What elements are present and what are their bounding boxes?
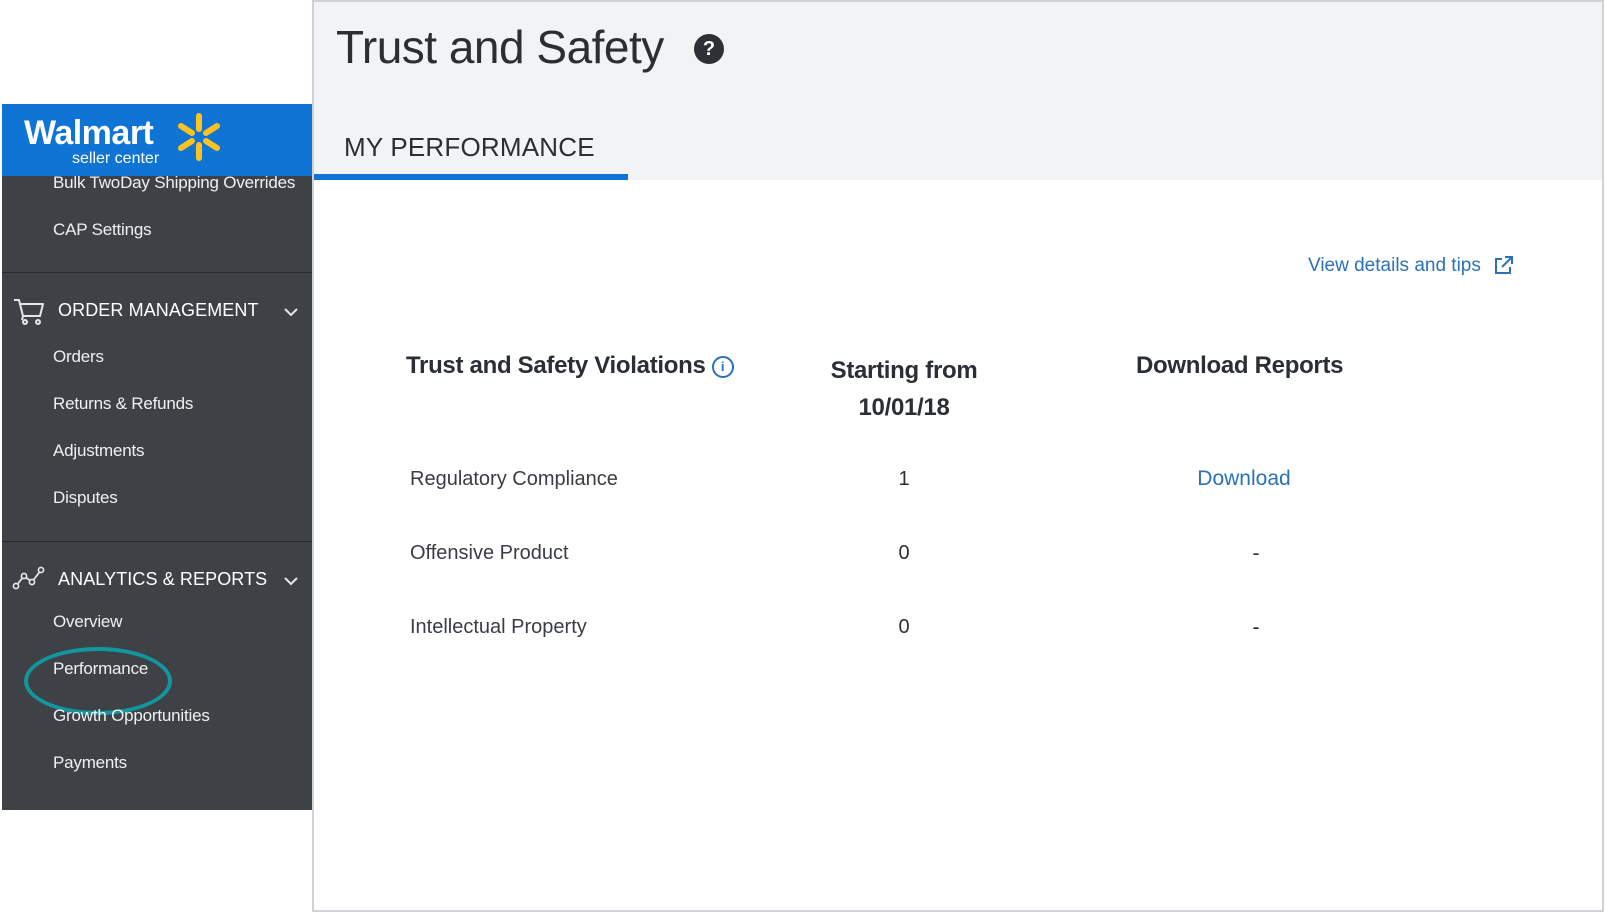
table-row-report-empty: - [1252,542,1260,565]
brand-name: Walmart [24,114,154,152]
column-header-starting-date: 10/01/18 [858,394,950,421]
table-row-report-empty: - [1252,616,1260,639]
sidebar-item-growth-opportunities[interactable]: Growth Opportunities [53,706,210,726]
brand-subtitle: seller center [72,150,160,167]
performance-highlight-ring [24,647,172,715]
sidebar-divider [2,541,312,542]
section-analytics-reports[interactable]: ANALYTICS & REPORTS [58,569,267,590]
cart-icon [14,299,44,325]
column-header-starting-label: Starting from [830,357,978,384]
column-header-starting-from: Starting from 10/01/18 [804,352,1004,426]
table-row-label: Offensive Product [410,542,569,564]
help-icon[interactable]: ? [694,34,724,64]
view-details-link-label: View details and tips [1308,255,1481,276]
sidebar-item-adjustments[interactable]: Adjustments [53,441,145,461]
table-row-count: 0 [898,542,910,564]
column-header-download-reports: Download Reports [1136,352,1344,379]
section-order-management[interactable]: ORDER MANAGEMENT [58,300,259,321]
info-icon[interactable]: i [711,355,734,378]
page-header: Trust and Safety ? MY PERFORMANCE [314,2,1602,180]
external-link-icon [1494,256,1513,274]
view-details-link[interactable]: View details and tips [1308,254,1515,278]
sidebar-item-disputes[interactable]: Disputes [53,488,118,508]
table-row-label: Intellectual Property [410,616,587,638]
table-row-count: 0 [898,616,910,638]
walmart-spark-icon [178,113,220,161]
download-link[interactable]: Download [1174,467,1314,491]
page-title: Trust and Safety [336,21,664,73]
sidebar-item-bulk-twoday-shipping-overrides[interactable]: Bulk TwoDay Shipping Overrides [53,173,295,193]
sidebar-item-overview[interactable]: Overview [53,612,122,632]
sidebar-item-returns-refunds[interactable]: Returns & Refunds [53,394,193,414]
chevron-down-icon[interactable] [283,307,299,317]
chevron-down-icon[interactable] [283,576,299,586]
tab-my-performance[interactable]: MY PERFORMANCE [344,132,595,163]
line-graph-icon [12,566,45,590]
logo-bar[interactable]: Walmart seller center [2,104,312,176]
column-header-violations: Trust and Safety Violations i [406,352,734,380]
sidebar: Walmart seller center Bulk TwoDay Shippi… [2,104,312,810]
sidebar-item-cap-settings[interactable]: CAP Settings [53,220,152,240]
column-header-violations-label: Trust and Safety Violations [406,352,706,379]
sidebar-item-payments[interactable]: Payments [53,753,127,773]
table-row-count: 1 [898,468,910,490]
table-row-label: Regulatory Compliance [410,468,618,490]
sidebar-divider [2,272,312,273]
active-tab-indicator [314,174,628,180]
main-panel: Trust and Safety ? MY PERFORMANCE View d… [312,0,1604,912]
sidebar-item-orders[interactable]: Orders [53,347,104,367]
